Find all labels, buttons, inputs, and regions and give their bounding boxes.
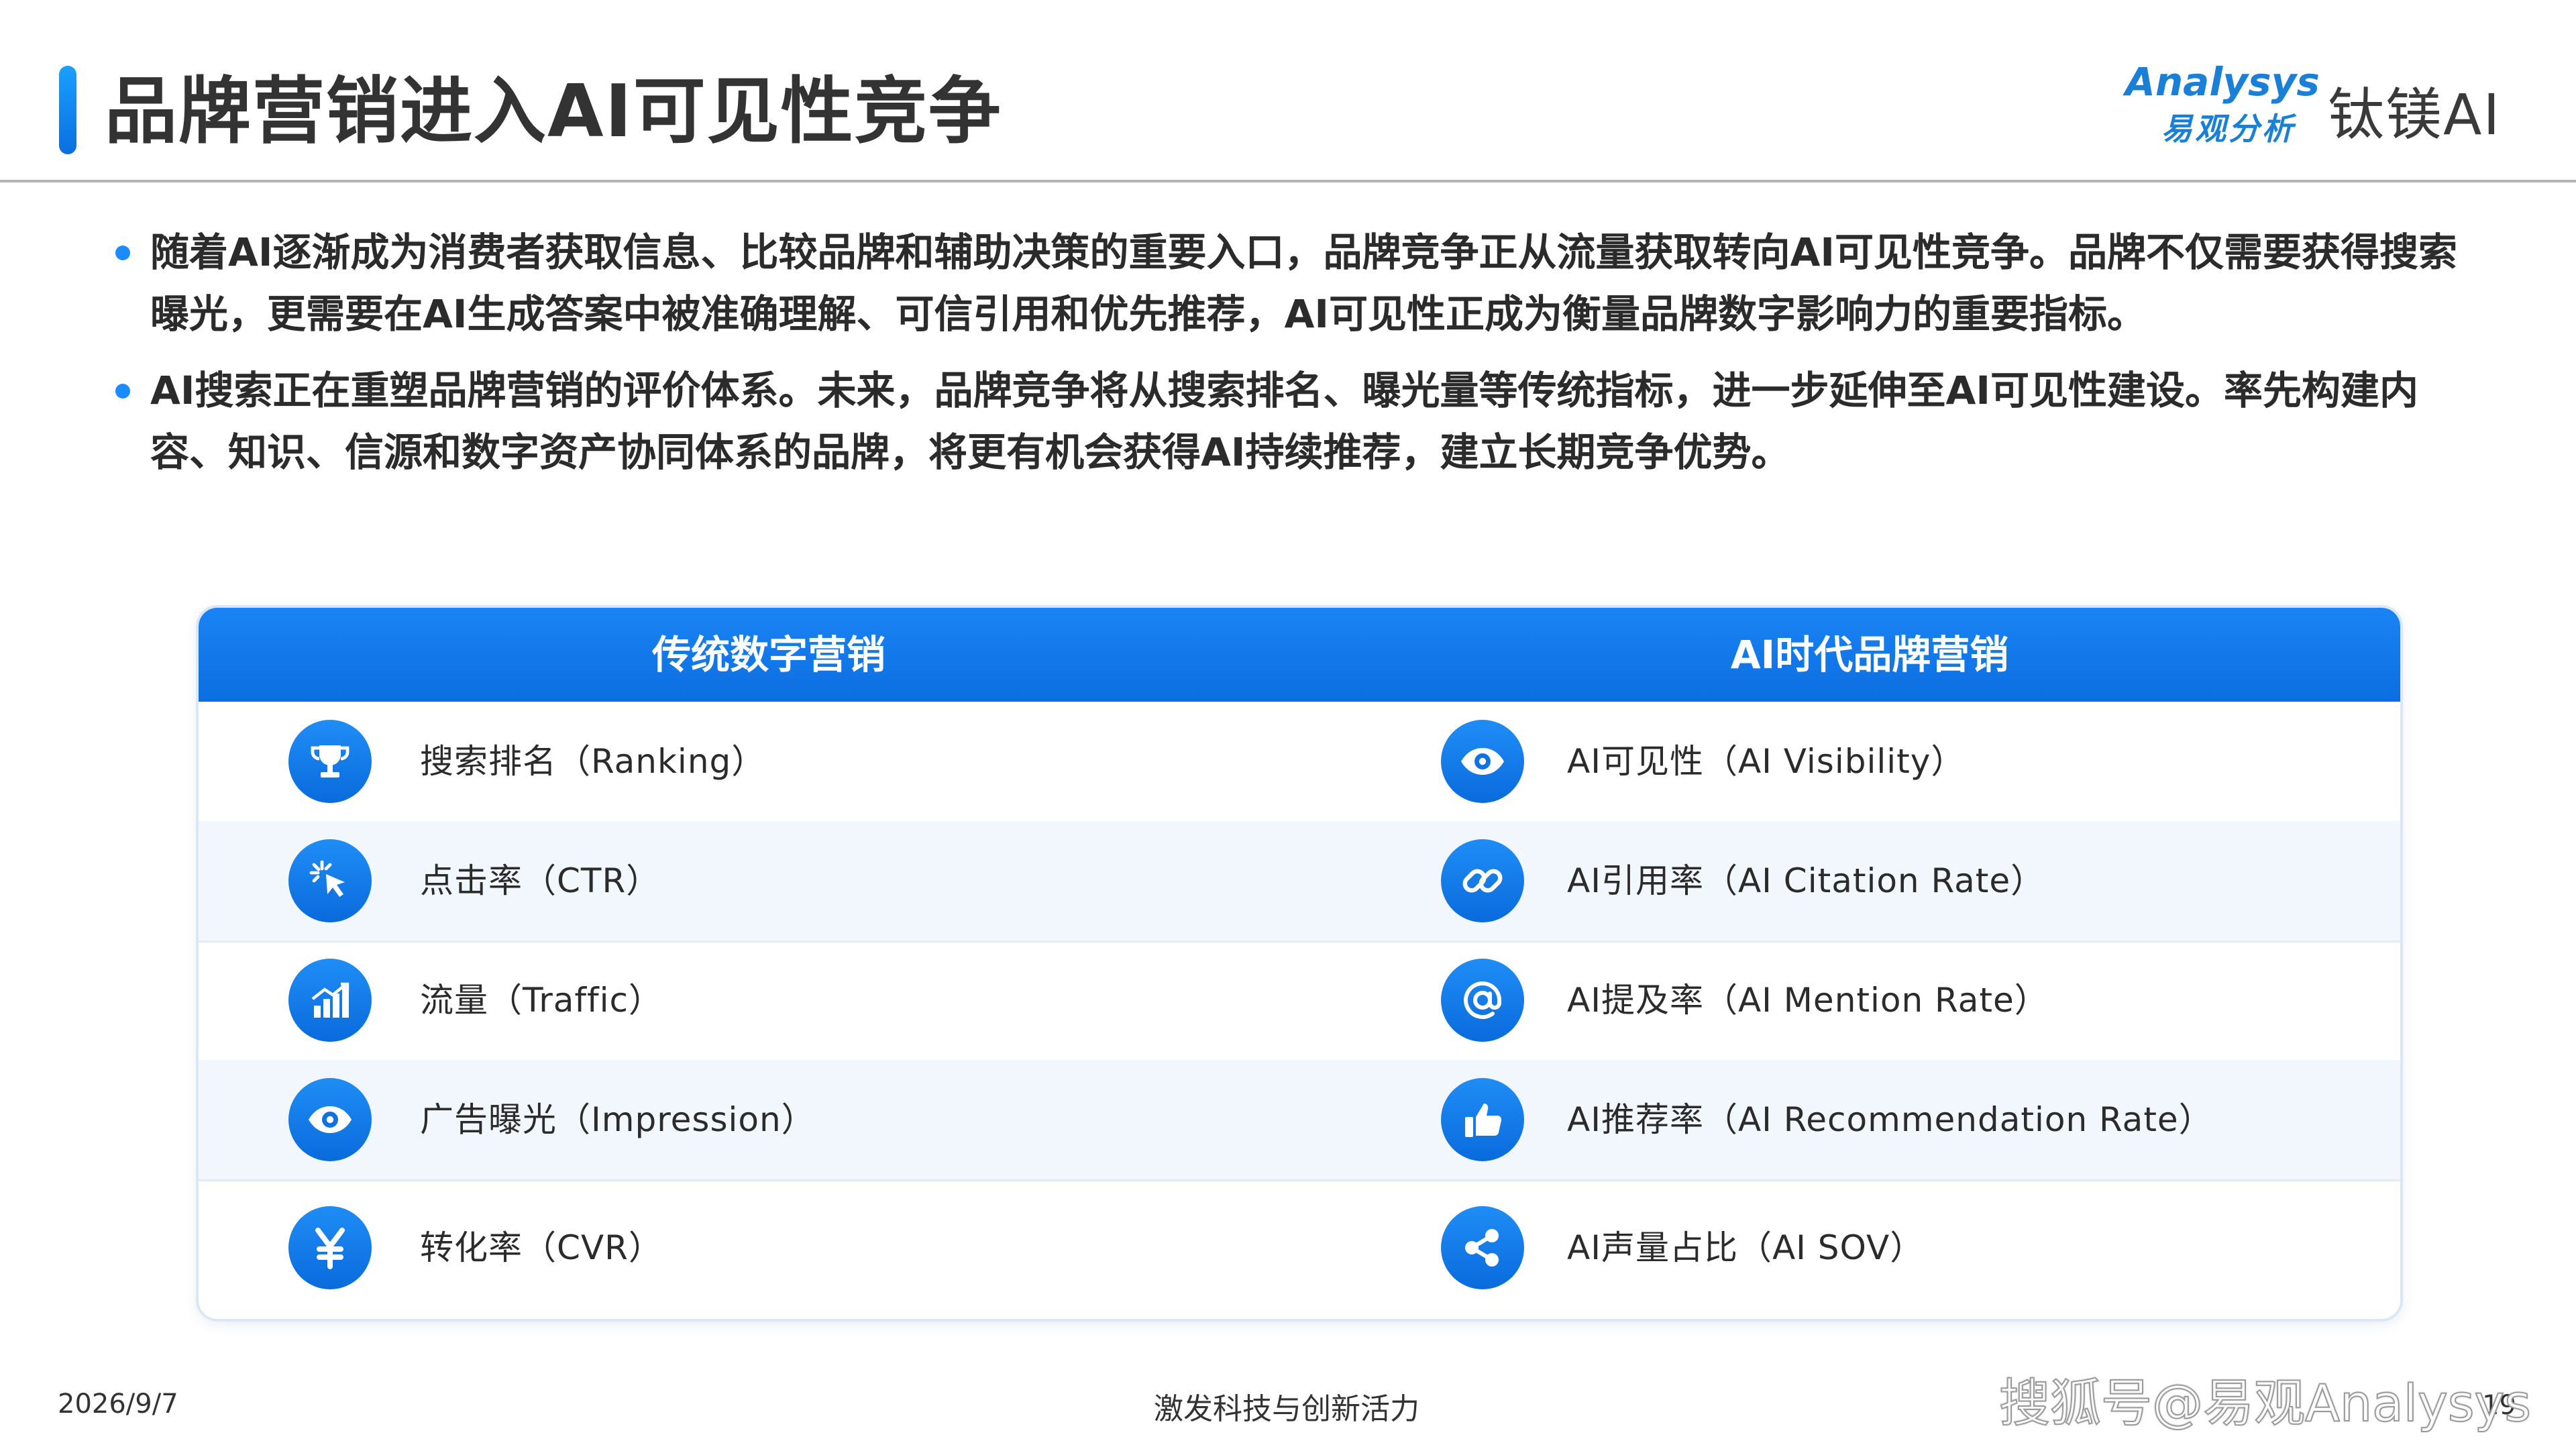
table-row: 广告曝光（Impression） AI推荐率（AI Recommendation… (199, 1060, 2400, 1181)
analysys-logo-wordmark: Analysys (2125, 59, 2320, 105)
metric-traditional: 流量（Traffic） (420, 981, 663, 1020)
metric-traditional: 广告曝光（Impression） (420, 1100, 816, 1139)
at-sign-icon (1441, 959, 1524, 1042)
analysys-logo-cn: 易观分析 (2161, 111, 2296, 147)
metric-traditional: 搜索排名（Ranking） (420, 742, 766, 781)
header-divider (0, 180, 2576, 182)
bullet-item: 随着AI逐渐成为消费者获取信息、比较品牌和辅助决策的重要入口，品牌竞争正从流量获… (107, 221, 2469, 345)
bullet-text: 随着AI逐渐成为消费者获取信息、比较品牌和辅助决策的重要入口，品牌竞争正从流量获… (150, 229, 2457, 337)
metric-ai-era: AI推荐率（AI Recommendation Rate） (1567, 1100, 2213, 1139)
footer-date: 2026/9/7 (58, 1389, 178, 1419)
table-row: 转化率（CVR） AI声量占比（AI SOV） (199, 1179, 2400, 1316)
table-header-ai-era: AI时代品牌营销 (1730, 632, 2009, 678)
comparison-table: 传统数字营销 AI时代品牌营销 搜索排名（Ranking） AI可见性（AI V… (196, 605, 2403, 1322)
footer-slogan: 激发科技与创新活力 (1154, 1392, 1419, 1426)
eye-icon (288, 1078, 372, 1161)
table-header: 传统数字营销 AI时代品牌营销 (199, 608, 2400, 702)
bullet-dot-icon (115, 246, 130, 260)
sohu-watermark: 搜狐号@易观Analysys (1998, 1373, 2532, 1434)
trophy-icon (288, 720, 372, 803)
bullet-list: 随着AI逐渐成为消费者获取信息、比较品牌和辅助决策的重要入口，品牌竞争正从流量获… (107, 221, 2469, 498)
analysys-logo: Analysys 易观分析 (2120, 55, 2320, 149)
page-title: 品牌营销进入AI可见性竞争 (105, 70, 1002, 154)
eye-icon (1441, 720, 1524, 803)
metric-ai-era: AI引用率（AI Citation Rate） (1567, 861, 2045, 900)
table-row: 点击率（CTR） AI引用率（AI Citation Rate） (199, 821, 2400, 943)
tiemei-ai-logo: 钛镁AI (2328, 82, 2502, 148)
metric-traditional: 转化率（CVR） (420, 1228, 663, 1267)
bullet-text: AI搜索正在重塑品牌营销的评价体系。未来，品牌竞争将从搜索排名、曝光量等传统指标… (150, 368, 2418, 475)
metric-ai-era: AI提及率（AI Mention Rate） (1567, 981, 2049, 1020)
share-icon (1441, 1206, 1524, 1289)
bullet-item: AI搜索正在重塑品牌营销的评价体系。未来，品牌竞争将从搜索排名、曝光量等传统指标… (107, 360, 2469, 483)
metric-ai-era: AI声量占比（AI SOV） (1567, 1228, 1925, 1267)
title-accent-bar (59, 66, 76, 154)
metric-traditional: 点击率（CTR） (420, 861, 661, 900)
bar-chart-icon (288, 959, 372, 1042)
yen-icon (288, 1206, 372, 1289)
table-row: 搜索排名（Ranking） AI可见性（AI Visibility） (199, 702, 2400, 823)
table-header-traditional: 传统数字营销 (651, 632, 885, 678)
cursor-click-icon (288, 839, 372, 922)
metric-ai-era: AI可见性（AI Visibility） (1567, 742, 1966, 781)
link-icon (1441, 839, 1524, 922)
table-row: 流量（Traffic） AI提及率（AI Mention Rate） (199, 941, 2400, 1062)
thumbs-up-icon (1441, 1078, 1524, 1161)
bullet-dot-icon (115, 384, 130, 398)
